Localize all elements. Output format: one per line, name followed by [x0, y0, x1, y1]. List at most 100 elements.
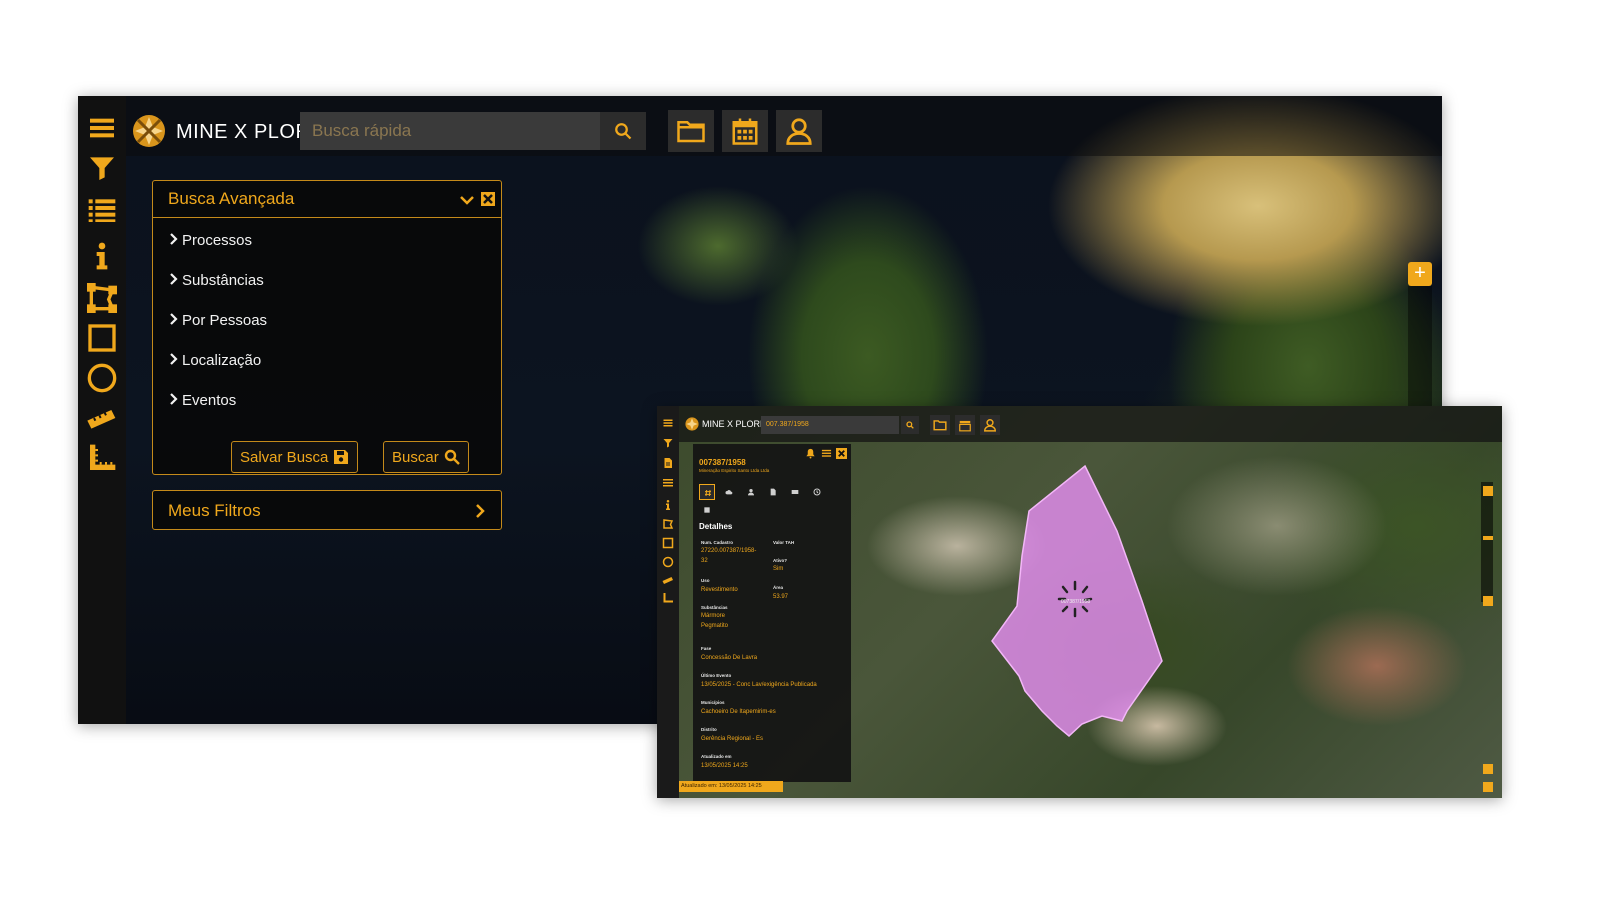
filter-icon[interactable]: [86, 152, 118, 184]
calendar-button[interactable]: [955, 415, 975, 435]
field-label: Último Evento: [701, 673, 732, 678]
left-toolbar: [78, 96, 126, 724]
logo-mark-icon: [133, 115, 165, 147]
zoom-in-button[interactable]: +: [1408, 262, 1432, 286]
zoom-slider-handle[interactable]: [1483, 536, 1493, 540]
app-logo[interactable]: MINE X PLORE: [132, 112, 324, 150]
tab-document[interactable]: [765, 484, 781, 500]
quick-search-input[interactable]: [300, 112, 600, 150]
save-search-button[interactable]: Salvar Busca: [231, 441, 359, 473]
field-label: Municípios: [701, 700, 725, 705]
document-icon: [770, 488, 776, 496]
close-icon[interactable]: [836, 448, 847, 459]
field-label: Área: [773, 585, 784, 590]
menu-item-label: Processos: [182, 232, 253, 249]
search-submit-button[interactable]: Buscar: [383, 441, 469, 473]
calendar-icon: [959, 420, 971, 432]
field-value: 13/05/2025 14:25: [701, 763, 748, 769]
field-value: 32: [701, 558, 708, 564]
search-button[interactable]: [600, 112, 646, 150]
process-detail-panel: 007387/1958 Mineração Espirito Santo Ltd…: [693, 444, 851, 782]
polygon-draw-icon[interactable]: [662, 518, 674, 530]
tab-details[interactable]: [699, 484, 715, 500]
filter-icon[interactable]: [662, 437, 674, 449]
polygon-draw-icon[interactable]: [86, 282, 118, 314]
user-icon: [984, 419, 996, 432]
ruler-icon[interactable]: [662, 574, 674, 586]
app-logo[interactable]: MINE X PLORE: [685, 417, 766, 431]
field-value: Revestimento: [701, 587, 738, 593]
list-icon[interactable]: [662, 477, 674, 489]
person-icon: [748, 489, 754, 496]
zoom-out-button[interactable]: [1483, 596, 1493, 606]
details-section-title: Detalhes: [699, 522, 733, 531]
close-button[interactable]: [481, 192, 495, 206]
field-value: Cachoeiro De Itapemirim-es: [701, 709, 776, 715]
menu-item-localizacao[interactable]: Localização: [168, 352, 261, 369]
chevron-down-icon[interactable]: [459, 192, 475, 208]
field-label: Ativo?: [773, 558, 787, 563]
chevron-right-icon: [170, 233, 178, 245]
square-icon: [704, 507, 710, 513]
zoom-in-button[interactable]: [1483, 486, 1493, 496]
app-name: MINE X PLORE: [702, 419, 767, 429]
menu-item-eventos[interactable]: Eventos: [168, 392, 236, 409]
field-label: Atualizado em: [701, 754, 732, 759]
field-label: Distrito: [701, 727, 717, 732]
close-icon: [483, 194, 493, 204]
rectangle-icon[interactable]: [86, 322, 118, 354]
folder-button[interactable]: [668, 110, 714, 152]
field-value: Mármore: [701, 613, 726, 619]
field-label: Uso: [701, 578, 710, 583]
info-icon[interactable]: [662, 499, 674, 511]
menu-item-substancias[interactable]: Substâncias: [168, 272, 264, 289]
user-button[interactable]: [776, 110, 822, 152]
document-icon[interactable]: [662, 457, 674, 469]
advanced-search-header[interactable]: Busca Avançada: [153, 181, 501, 218]
my-filters-title: Meus Filtros: [168, 501, 261, 520]
field-value: Concessão De Lavra: [701, 655, 758, 661]
field-label: Valor TAH: [773, 540, 795, 545]
menu-item-processos[interactable]: Processos: [168, 232, 252, 249]
list-icon[interactable]: [821, 448, 832, 459]
calendar-button[interactable]: [722, 110, 768, 152]
menu-icon[interactable]: [86, 112, 118, 144]
menu-item-por-pessoas[interactable]: Por Pessoas: [168, 312, 267, 329]
user-button[interactable]: [980, 415, 1000, 435]
polygon-label: 007387/1958: [1061, 599, 1091, 605]
search-icon: [444, 449, 460, 465]
search-icon: [906, 421, 914, 429]
list-icon[interactable]: [86, 194, 118, 226]
area-measure-icon[interactable]: [86, 442, 118, 474]
panel-actions: [805, 448, 851, 460]
field-value: 27220.007387/1958-: [701, 548, 757, 554]
area-measure-icon[interactable]: [662, 592, 674, 604]
tab-extra[interactable]: [699, 502, 715, 518]
field-value: Gerência Regional - Es: [701, 736, 764, 742]
tab-history[interactable]: [809, 484, 825, 500]
quick-search-input[interactable]: 007.387/1958: [761, 416, 899, 434]
field-label: Num. Cadastro: [701, 540, 734, 545]
my-filters-panel[interactable]: Meus Filtros: [152, 490, 502, 530]
menu-icon[interactable]: [662, 417, 674, 429]
logo-mark-icon: [685, 417, 699, 431]
circle-icon[interactable]: [86, 362, 118, 394]
tab-money[interactable]: [787, 484, 803, 500]
circle-icon[interactable]: [662, 556, 674, 568]
search-button[interactable]: [901, 416, 919, 434]
rectangle-icon[interactable]: [662, 537, 674, 549]
map-side-strip: [1408, 286, 1432, 406]
folder-button[interactable]: [930, 415, 950, 435]
tab-cloud[interactable]: [721, 484, 737, 500]
fullscreen-button[interactable]: [1483, 782, 1493, 792]
advanced-search-title: Busca Avançada: [168, 189, 295, 208]
field-label: Substâncias: [701, 605, 728, 610]
ruler-icon[interactable]: [86, 402, 118, 434]
bell-icon[interactable]: [805, 448, 816, 459]
hash-icon: [705, 489, 711, 497]
chevron-right-icon: [170, 273, 178, 285]
menu-item-label: Eventos: [182, 392, 237, 409]
close-map-button[interactable]: [1483, 764, 1493, 774]
info-icon[interactable]: [86, 240, 118, 272]
tab-person[interactable]: [743, 484, 759, 500]
